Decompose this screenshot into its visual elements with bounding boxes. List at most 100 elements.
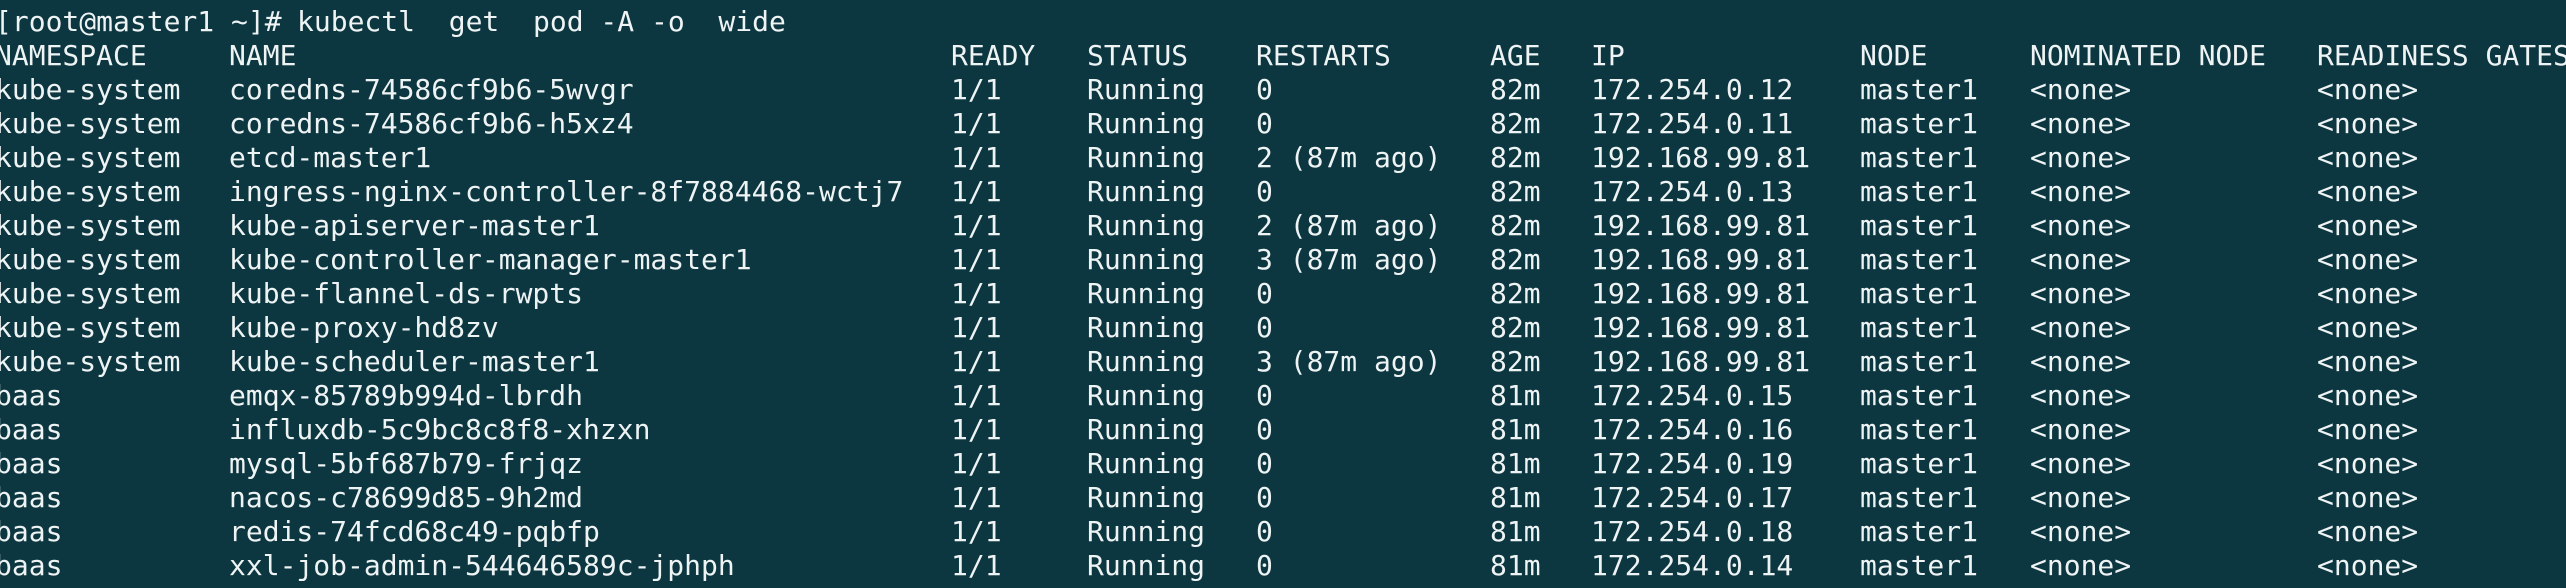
cell-nominated-node: <none> xyxy=(2030,277,2132,310)
cell-name: redis-74fcd68c49-pqbfp xyxy=(229,515,600,548)
cell-nominated-node: <none> xyxy=(2030,345,2132,378)
cell-ready: 1/1 xyxy=(951,345,1002,378)
cell-name: kube-controller-manager-master1 xyxy=(229,243,752,276)
cell-restarts: 0 xyxy=(1256,73,1273,106)
column-header-name: NAME xyxy=(229,39,297,72)
table-row: kube-system kube-flannel-ds-rwpts 1/1 Runni… xyxy=(0,277,2566,311)
cell-ip: 192.168.99.81 xyxy=(1591,311,1811,344)
cell-age: 81m xyxy=(1490,549,1541,582)
cell-nominated-node: <none> xyxy=(2030,141,2132,174)
cell-namespace: kube-system xyxy=(0,141,181,174)
cell-readiness-gates: <none> xyxy=(2317,175,2419,208)
cell-status: Running xyxy=(1087,311,1206,344)
cell-status: Running xyxy=(1087,413,1206,446)
cell-restarts: 2 (87m ago) xyxy=(1256,209,1442,242)
cell-nominated-node: <none> xyxy=(2030,481,2132,514)
cell-status: Running xyxy=(1087,481,1206,514)
cell-restarts: 0 xyxy=(1256,379,1273,412)
cell-age: 82m xyxy=(1490,311,1541,344)
cell-nominated-node: <none> xyxy=(2030,175,2132,208)
cell-name: ingress-nginx-controller-8f7884468-wctj7 xyxy=(229,175,904,208)
cell-node: master1 xyxy=(1860,413,1979,446)
cell-status: Running xyxy=(1087,141,1206,174)
table-row: kube-system kube-proxy-hd8zv 1/1 Running 0 82… xyxy=(0,311,2566,345)
cell-readiness-gates: <none> xyxy=(2317,379,2419,412)
cell-namespace: baas xyxy=(0,481,63,514)
cell-age: 81m xyxy=(1490,447,1541,480)
cell-node: master1 xyxy=(1860,209,1979,242)
command-text: kubectl get pod -A -o wide xyxy=(297,5,786,38)
cell-namespace: baas xyxy=(0,549,63,582)
cell-ready: 1/1 xyxy=(951,447,1002,480)
cell-readiness-gates: <none> xyxy=(2317,549,2419,582)
cell-name: xxl-job-admin-544646589c-jphph xyxy=(229,549,735,582)
cell-age: 81m xyxy=(1490,413,1541,446)
cell-nominated-node: <none> xyxy=(2030,447,2132,480)
table-row: kube-system ingress-nginx-controller-8f78… xyxy=(0,175,2566,209)
cell-readiness-gates: <none> xyxy=(2317,515,2419,548)
terminal-window[interactable]: t p g [root@master1 ~]# kubectl get pod … xyxy=(0,0,2566,588)
table-header: NAMESPACE NAME READY STATUS RESTARTS AGE IP NOD… xyxy=(0,39,2566,73)
table-row: baas emqx-85789b994d-lbrdh 1/1 Running 0 81m 1… xyxy=(0,379,2566,413)
column-header-status: STATUS xyxy=(1087,39,1189,72)
cell-status: Running xyxy=(1087,209,1206,242)
cell-restarts: 3 (87m ago) xyxy=(1256,345,1442,378)
cell-name: nacos-c78699d85-9h2md xyxy=(229,481,584,514)
table-row: kube-system kube-apiserver-master1 1/1 Runn… xyxy=(0,209,2566,243)
cell-ip: 172.254.0.14 xyxy=(1591,549,1794,582)
cell-ip: 172.254.0.19 xyxy=(1591,447,1794,480)
cell-age: 82m xyxy=(1490,175,1541,208)
cell-ready: 1/1 xyxy=(951,549,1002,582)
cell-age: 82m xyxy=(1490,345,1541,378)
cell-node: master1 xyxy=(1860,311,1979,344)
cell-namespace: kube-system xyxy=(0,277,181,310)
cell-nominated-node: <none> xyxy=(2030,107,2132,140)
cell-nominated-node: <none> xyxy=(2030,413,2132,446)
cell-node: master1 xyxy=(1860,141,1979,174)
cell-ip: 172.254.0.16 xyxy=(1591,413,1794,446)
cell-ready: 1/1 xyxy=(951,481,1002,514)
cell-ready: 1/1 xyxy=(951,209,1002,242)
cell-ip: 172.254.0.12 xyxy=(1591,73,1794,106)
cell-ip: 192.168.99.81 xyxy=(1591,141,1811,174)
table-row: kube-system kube-scheduler-master1 1/1 Runn… xyxy=(0,345,2566,379)
cell-ready: 1/1 xyxy=(951,243,1002,276)
cell-node: master1 xyxy=(1860,175,1979,208)
cell-age: 81m xyxy=(1490,515,1541,548)
cell-readiness-gates: <none> xyxy=(2317,107,2419,140)
cell-status: Running xyxy=(1087,447,1206,480)
cell-age: 81m xyxy=(1490,481,1541,514)
cell-readiness-gates: <none> xyxy=(2317,209,2419,242)
cell-readiness-gates: <none> xyxy=(2317,277,2419,310)
cell-ip: 172.254.0.11 xyxy=(1591,107,1794,140)
cell-namespace: kube-system xyxy=(0,107,181,140)
cell-restarts: 0 xyxy=(1256,447,1273,480)
cell-restarts: 0 xyxy=(1256,311,1273,344)
cell-node: master1 xyxy=(1860,243,1979,276)
cell-node: master1 xyxy=(1860,277,1979,310)
cell-age: 82m xyxy=(1490,243,1541,276)
cell-nominated-node: <none> xyxy=(2030,73,2132,106)
column-header-nominated-node: NOMINATED NODE xyxy=(2030,39,2267,72)
table-row: baas influxdb-5c9bc8c8f8-xhzxn 1/1 Running 0… xyxy=(0,413,2566,447)
table-row: kube-system coredns-74586cf9b6-5wvgr 1/1 Ru… xyxy=(0,73,2566,107)
cell-status: Running xyxy=(1087,175,1206,208)
cell-readiness-gates: <none> xyxy=(2317,345,2419,378)
cell-node: master1 xyxy=(1860,345,1979,378)
table-row: baas xxl-job-admin-544646589c-jphph 1/1 Run… xyxy=(0,549,2566,583)
shell-prompt: [root@master1 ~]# xyxy=(0,5,282,38)
cell-node: master1 xyxy=(1860,515,1979,548)
cell-ip: 192.168.99.81 xyxy=(1591,209,1811,242)
column-header-ip: IP xyxy=(1591,39,1625,72)
cell-name: emqx-85789b994d-lbrdh xyxy=(229,379,584,412)
column-header-readiness-gates: READINESS GATES xyxy=(2317,39,2566,72)
cell-age: 82m xyxy=(1490,73,1541,106)
cell-name: kube-proxy-hd8zv xyxy=(229,311,499,344)
cell-nominated-node: <none> xyxy=(2030,515,2132,548)
cell-nominated-node: <none> xyxy=(2030,209,2132,242)
cell-name: etcd-master1 xyxy=(229,141,432,174)
cell-restarts: 0 xyxy=(1256,175,1273,208)
table-row: baas nacos-c78699d85-9h2md 1/1 Running 0 81m 1… xyxy=(0,481,2566,515)
cell-namespace: kube-system xyxy=(0,243,181,276)
cell-ready: 1/1 xyxy=(951,379,1002,412)
